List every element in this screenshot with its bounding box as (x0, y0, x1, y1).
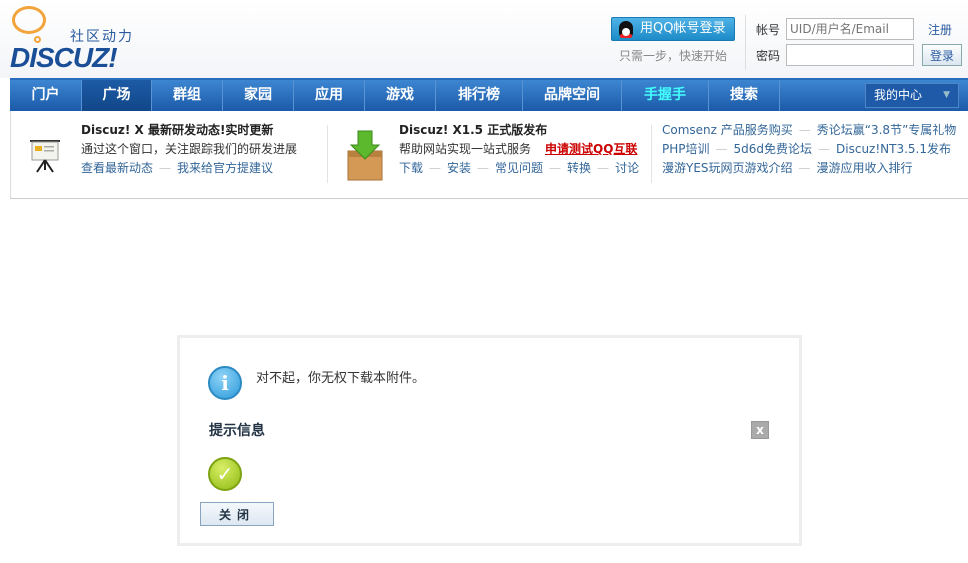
news-desc: 通过这个窗口，关注跟踪我们的研发进展 (81, 142, 298, 156)
dialog-title: 提示信息 (209, 423, 265, 439)
message-dialog: i 对不起，你无权下载本附件。 提示信息 x ✓ 关闭 (177, 335, 802, 546)
password-label: 密码 (756, 49, 781, 63)
logo-bubble-icon (12, 6, 46, 34)
account-label: 帐号 (756, 23, 781, 37)
chevron-down-icon: ▼ (943, 90, 950, 100)
info-icon: i (208, 366, 242, 400)
account-input[interactable] (786, 18, 914, 40)
my-center-label: 我的中心 (874, 88, 923, 102)
nav-item-ranking[interactable]: 排行榜 (436, 80, 523, 111)
install-link[interactable]: 安装 (447, 161, 471, 175)
download-link[interactable]: 下载 (399, 161, 423, 175)
discuz-logo[interactable]: 社区动力 DISCUZ! (8, 4, 148, 74)
promo-link[interactable]: 漫游YES玩网页游戏介绍 (662, 161, 793, 175)
check-icon: ✓ (208, 457, 242, 491)
qq-login-label: 用QQ帐号登录 (640, 21, 726, 36)
my-center-dropdown[interactable]: 我的中心 ▼ (865, 83, 959, 108)
announcement-bar: Discuz! X 最新研发动态!实时更新 通过这个窗口，关注跟踪我们的研发进展… (10, 111, 968, 199)
latest-news-link[interactable]: 查看最新动态 (81, 161, 153, 175)
close-button[interactable]: 关闭 (200, 502, 274, 526)
news-title-link[interactable]: 最新研发动态 (148, 123, 220, 137)
qq-tip: 只需一步，快速开始 (619, 49, 728, 63)
promo-link[interactable]: Discuz!NT3.5.1发布 (836, 142, 951, 156)
news-title: Discuz! X (81, 123, 148, 137)
qq-login-button[interactable]: 用QQ帐号登录 (611, 17, 735, 41)
convert-link[interactable]: 转换 (567, 161, 591, 175)
promo-link[interactable]: 漫游应用收入排行 (817, 161, 913, 175)
promo-link[interactable]: 秀论坛赢“3.8节”专属礼物 (817, 123, 957, 137)
close-icon[interactable]: x (751, 421, 769, 439)
divider (651, 125, 652, 183)
nav-item-games[interactable]: 游戏 (365, 80, 436, 111)
promo-link[interactable]: PHP培训 (662, 142, 710, 156)
news-title-suffix: !实时更新 (219, 123, 274, 137)
qq-penguin-icon (619, 21, 633, 38)
presentation-board-icon (30, 140, 60, 173)
qq-connect-apply-link[interactable]: 申请测试QQ互联 (545, 142, 637, 156)
nav-item-search[interactable]: 搜索 (709, 80, 780, 111)
register-link[interactable]: 注册 (928, 21, 952, 38)
discuss-link[interactable]: 讨论 (615, 161, 639, 175)
nav-item-square[interactable]: 广场 (82, 80, 152, 111)
logo-word: DISCUZ! (10, 42, 118, 73)
nav-item-apps[interactable]: 应用 (294, 80, 365, 111)
suggestion-link[interactable]: 我来给官方提建议 (177, 161, 273, 175)
main-nav: 门户 广场 群组 家园 应用 游戏 排行榜 品牌空间 手握手 搜索 我的中心 ▼ (10, 78, 968, 111)
nav-item-brand-space[interactable]: 品牌空间 (523, 80, 622, 111)
nav-item-groups[interactable]: 群组 (152, 80, 223, 111)
nav-item-handshake[interactable]: 手握手 (622, 80, 709, 111)
release-title: Discuz! X1.5 正式版发布 (399, 123, 548, 137)
promo-link[interactable]: Comsenz 产品服务购买 (662, 123, 793, 137)
divider (327, 125, 328, 183)
download-box-icon (347, 130, 383, 181)
header: 社区动力 DISCUZ! 用QQ帐号登录 只需一步，快速开始 帐号 密码 注册 … (0, 0, 968, 78)
nav-item-home[interactable]: 家园 (223, 80, 294, 111)
password-input[interactable] (786, 44, 914, 66)
promo-link[interactable]: 5d6d免费论坛 (734, 142, 813, 156)
dialog-message: 对不起，你无权下载本附件。 (256, 371, 426, 386)
nav-item-portal[interactable]: 门户 (10, 80, 82, 111)
login-button[interactable]: 登录 (922, 44, 962, 66)
divider (745, 15, 746, 70)
faq-link[interactable]: 常见问题 (495, 161, 543, 175)
release-desc: 帮助网站实现一站式服务 (399, 142, 532, 156)
